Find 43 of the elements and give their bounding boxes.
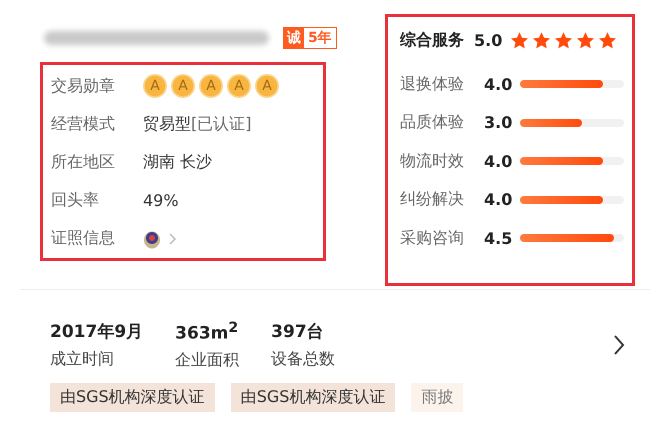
info-label: 经营模式 (51, 114, 116, 135)
stat-value: 2017年9月 (50, 321, 144, 343)
info-note: [已认证] (191, 114, 252, 135)
info-label: 证照信息 (51, 228, 116, 250)
star-icon (510, 30, 530, 50)
medal-icon: A (227, 74, 251, 98)
star-icon (576, 30, 596, 50)
rating-label: 品质体验 (400, 112, 465, 134)
emblem-icon (143, 228, 161, 249)
tag: 雨披 (411, 382, 464, 412)
info-value: 49% (143, 191, 179, 210)
rating-score: 4.5 (484, 228, 514, 248)
star-icon (532, 30, 552, 50)
rating-label: 采购咨询 (400, 228, 465, 249)
rating-label: 物流时效 (400, 150, 465, 172)
info-value: 湖南 长沙 (143, 152, 212, 173)
rating-score: 4.0 (484, 74, 514, 94)
stat-label: 设备总数 (271, 349, 336, 370)
info-label: 回头率 (51, 190, 100, 212)
tag: 由SGS机构深度认证 (230, 382, 396, 412)
rating-label: 纠纷解决 (400, 189, 465, 210)
medal-icon: A (143, 74, 167, 98)
years-badge: 诚 5年 (283, 27, 337, 49)
tag: 由SGS机构深度认证 (50, 382, 215, 412)
chevron-icon[interactable] (612, 334, 626, 356)
rating-score: 4.0 (484, 152, 514, 171)
stat-value: 363m$^{2}$ (175, 320, 240, 344)
stat-value: 397台 (271, 321, 325, 343)
info-label: 所在地区 (51, 152, 116, 173)
star-icon (598, 30, 618, 50)
medal-icon: A (171, 74, 195, 98)
rating-score: 3.0 (484, 113, 514, 132)
rating-score: 4.0 (484, 190, 514, 210)
stat-label: 企业面积 (175, 350, 240, 371)
medal-icon: A (255, 74, 279, 98)
service-title: 综合服务 (400, 30, 464, 50)
medal-icon: A (199, 74, 223, 98)
service-score: 5.0 (474, 30, 502, 50)
rating-label: 退换体验 (400, 74, 465, 95)
info-value: 贸易型 (143, 114, 191, 135)
stat-label: 成立时间 (50, 349, 115, 370)
star-icon (554, 30, 574, 50)
info-label: 交易勋章 (51, 76, 116, 97)
